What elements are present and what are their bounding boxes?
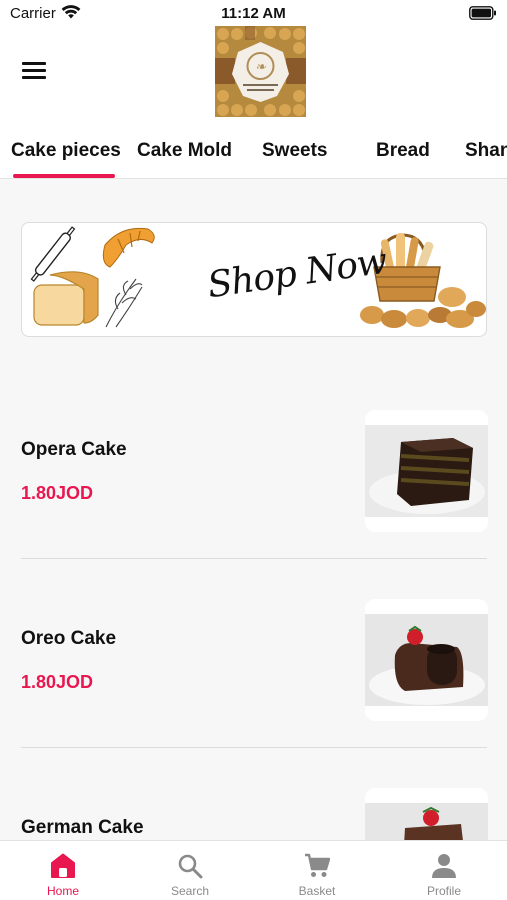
nav-search-label: Search <box>170 884 210 898</box>
tab-sweets[interactable]: Sweets <box>262 140 327 162</box>
nav-profile[interactable]: Profile <box>381 841 507 900</box>
bread-loaf-icon <box>33 271 99 326</box>
app-header: ❧ <box>0 26 507 121</box>
status-bar: Carrier 11:12 AM <box>0 0 507 26</box>
bottom-navigation: Home Search Basket Profile <box>0 840 507 900</box>
divider <box>21 747 487 748</box>
nav-home-label: Home <box>46 884 79 898</box>
nav-search[interactable]: Search <box>127 841 253 900</box>
wheat-icon <box>105 278 143 328</box>
menu-icon <box>22 62 46 65</box>
product-item-oreo-cake[interactable]: Oreo Cake 1.80JOD <box>0 587 507 737</box>
nav-home[interactable]: Home <box>0 841 126 900</box>
home-icon <box>51 853 75 878</box>
product-price: 1.80JOD <box>21 672 94 692</box>
tab-bread[interactable]: Bread <box>376 140 430 162</box>
battery-icon <box>469 6 496 20</box>
category-tabs: Cake pieces Cake Mold Sweets Bread Shan <box>0 121 507 179</box>
status-time: 11:12 AM <box>221 5 286 22</box>
product-name: Oreo Cake <box>21 628 117 649</box>
product-name: Opera Cake <box>21 439 127 460</box>
nav-basket[interactable]: Basket <box>254 841 380 900</box>
product-item-opera-cake[interactable]: Opera Cake 1.80JOD <box>0 398 507 548</box>
tab-shan[interactable]: Shan <box>465 140 507 162</box>
svg-text:❧: ❧ <box>255 60 267 75</box>
profile-icon <box>432 854 456 878</box>
product-name: German Cake <box>21 817 144 838</box>
active-tab-indicator <box>13 174 115 178</box>
product-image <box>365 599 488 721</box>
product-image <box>365 410 488 532</box>
tab-cake-mold[interactable]: Cake Mold <box>137 140 232 162</box>
product-price: 1.80JOD <box>21 483 94 503</box>
croissant-icon <box>102 227 155 268</box>
divider <box>21 558 487 559</box>
search-icon <box>178 854 203 879</box>
nav-profile-label: Profile <box>426 884 461 898</box>
nav-basket-label: Basket <box>298 884 336 898</box>
cart-icon <box>305 853 330 877</box>
menu-button[interactable] <box>22 60 48 82</box>
tab-cake-pieces[interactable]: Cake pieces <box>11 140 121 162</box>
store-logo: ❧ <box>215 26 306 117</box>
shop-now-banner[interactable]: Shop Now <box>21 222 487 337</box>
